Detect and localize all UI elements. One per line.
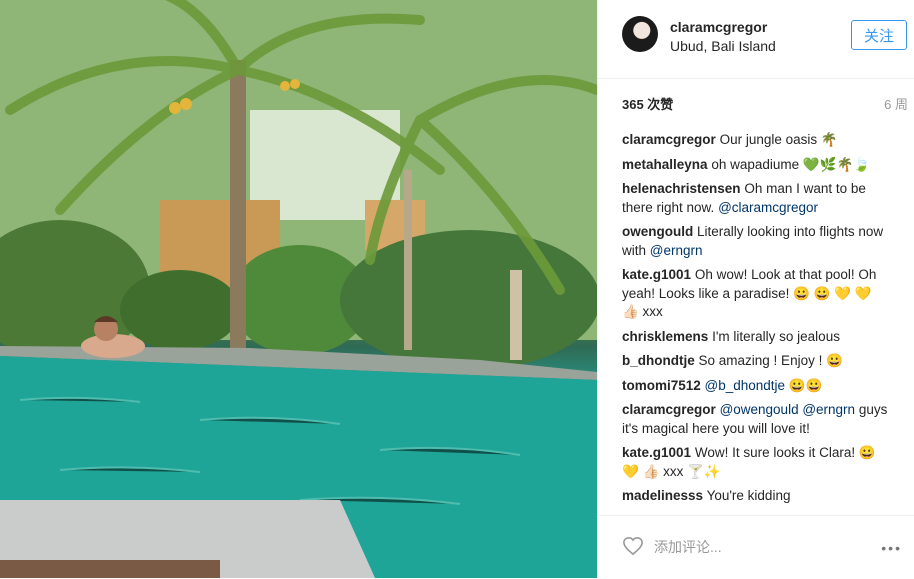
comment: kate.g1001 Oh wow! Look at that pool! Oh…	[622, 266, 892, 322]
comment: b_dhondtje So amazing ! Enjoy ! 😀	[622, 352, 892, 371]
comment-text: oh wapadiume 💚🌿🌴🍃	[711, 156, 871, 172]
likes-count[interactable]: 365 次赞	[622, 94, 673, 113]
more-options-icon[interactable]: •••	[881, 540, 902, 556]
comment-mention[interactable]: @claramcgregor	[718, 200, 818, 215]
comment: claramcgregor Our jungle oasis 🌴	[622, 131, 892, 150]
post-footer: 添加评论... •••	[598, 515, 914, 579]
comment-username[interactable]: claramcgregor	[622, 132, 716, 147]
comment-username[interactable]: b_dhondtje	[622, 353, 695, 368]
comment-username[interactable]: helenachristensen	[622, 181, 741, 196]
comment: kate.g1001 Wow! It sure looks it Clara! …	[622, 444, 892, 481]
comment-username[interactable]: metahalleyna	[622, 157, 708, 172]
comment-username[interactable]: claramcgregor	[622, 402, 716, 417]
comment: chrisklemens I'm literally so jealous	[622, 328, 892, 347]
comment: claramcgregor @owengould @erngrn guys it…	[622, 401, 892, 438]
comment-username[interactable]: tomomi7512	[622, 378, 701, 393]
comments-list: claramcgregor Our jungle oasis 🌴 metahal…	[622, 131, 892, 512]
post-age: 6 周	[884, 97, 908, 112]
comment-username[interactable]: kate.g1001	[622, 445, 691, 460]
post-header: claramcgregor Ubud, Bali Island 关注	[598, 0, 914, 79]
comment-mention[interactable]: @owengould @erngrn	[720, 402, 856, 417]
post-details-panel: claramcgregor Ubud, Bali Island 关注 365 次…	[597, 0, 914, 578]
comment: owengould Literally looking into flights…	[622, 223, 892, 260]
comment-text: You're kidding	[706, 488, 791, 503]
comment-text: 😀😀	[788, 377, 823, 393]
add-comment-input[interactable]: 添加评论...	[654, 537, 722, 557]
avatar[interactable]	[622, 16, 658, 52]
comment-username[interactable]: chrisklemens	[622, 329, 708, 344]
comment: tomomi7512 @b_dhondtje 😀😀	[622, 377, 892, 396]
post-location[interactable]: Ubud, Bali Island	[670, 38, 776, 54]
heart-icon[interactable]	[622, 536, 644, 556]
post-author-username[interactable]: claramcgregor	[670, 19, 767, 35]
comment-username[interactable]: madelinesss	[622, 488, 703, 503]
post-stats: 365 次赞 6 周	[622, 94, 908, 114]
instagram-post-modal: claramcgregor Ubud, Bali Island 关注 365 次…	[0, 0, 914, 578]
comment: metahalleyna oh wapadiume 💚🌿🌴🍃	[622, 156, 892, 175]
comment: madelinesss You're kidding	[622, 487, 892, 506]
post-photo	[0, 0, 597, 578]
comment-mention[interactable]: @erngrn	[650, 243, 703, 258]
comment-username[interactable]: kate.g1001	[622, 267, 691, 282]
comment: helenachristensen Oh man I want to be th…	[622, 180, 892, 217]
follow-button[interactable]: 关注	[851, 20, 907, 50]
comment-text: So amazing ! Enjoy ! 😀	[698, 353, 843, 368]
comment-mention[interactable]: @b_dhondtje	[705, 378, 789, 393]
jungle-pool-image	[0, 0, 597, 578]
comment-username[interactable]: owengould	[622, 224, 693, 239]
comment-text: I'm literally so jealous	[712, 328, 840, 344]
comment-text: Our jungle oasis 🌴	[719, 132, 838, 147]
